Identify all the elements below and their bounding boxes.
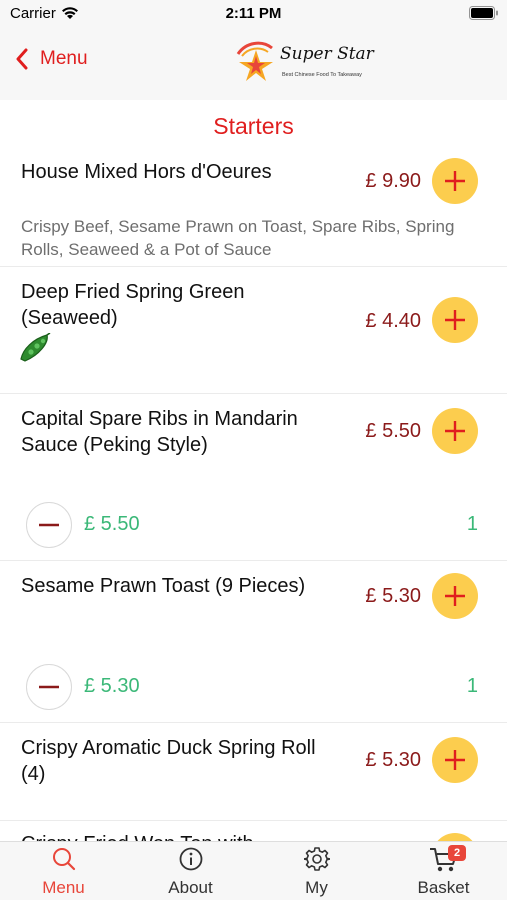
logo: Super Star Best Chinese Food To Takeaway [232, 38, 374, 88]
tab-basket[interactable]: 2 Basket [380, 842, 507, 900]
back-label: Menu [40, 48, 88, 69]
item-description: Crispy Beef, Sesame Prawn on Toast, Spar… [21, 217, 455, 259]
tab-label: About [168, 878, 213, 897]
menu-item: Sesame Prawn Toast (9 Pieces) £ 5.30 £ 5… [0, 561, 507, 723]
item-price: £ 9.90 [365, 170, 421, 192]
plus-icon [445, 586, 465, 606]
chevron-left-icon [16, 48, 28, 70]
item-price: £ 5.50 [365, 420, 421, 442]
item-price: £ 5.30 [365, 749, 421, 771]
info-icon [179, 847, 202, 871]
basket-quantity-row: £ 5.30 1 [0, 661, 507, 713]
nav-bar: Menu Super Star Best Chinese Food To Tak… [0, 26, 507, 100]
menu-item: Crispy Fried Won Ton with [0, 821, 507, 841]
tab-menu[interactable]: Menu [0, 842, 127, 900]
basket-quantity-row: £ 5.50 1 [0, 499, 507, 551]
basket-item-quantity: 1 [466, 675, 478, 697]
plus-icon [445, 421, 465, 441]
add-to-basket-button[interactable] [432, 158, 478, 204]
battery-icon [469, 6, 498, 20]
item-name: Capital Spare Ribs in Mandarin Sauce (Pe… [21, 408, 298, 456]
item-name: Crispy Fried Won Ton with [21, 831, 336, 841]
plus-icon [445, 310, 465, 330]
star-logo-icon [236, 41, 273, 81]
tab-label: Menu [42, 878, 85, 897]
tab-bar: Menu About My 2 Basket [0, 841, 507, 900]
menu-item: Deep Fried Spring Green (Seaweed) £ 4.40 [0, 267, 507, 394]
status-time: 2:11 PM [225, 5, 282, 22]
basket-item-quantity: 1 [466, 513, 478, 535]
tab-my[interactable]: My [253, 842, 380, 900]
menu-item: Crispy Aromatic Duck Spring Roll (4) £ 5… [0, 723, 507, 821]
basket-item-price: £ 5.30 [84, 675, 140, 697]
add-to-basket-button[interactable] [432, 573, 478, 619]
tab-label: Basket [417, 878, 470, 897]
item-name: Deep Fried Spring Green (Seaweed) [21, 281, 245, 329]
remove-from-basket-button[interactable] [26, 664, 72, 710]
add-to-basket-button[interactable] [432, 833, 478, 841]
item-price: £ 4.40 [365, 310, 421, 332]
basket-count-badge: 2 [448, 845, 466, 861]
section-title: Starters [213, 113, 294, 139]
item-price: £ 5.30 [365, 585, 421, 607]
tab-about[interactable]: About [127, 842, 254, 900]
search-icon [52, 848, 75, 871]
minus-icon [39, 685, 59, 689]
vegetable-icon [20, 333, 51, 362]
gear-icon [303, 847, 330, 871]
back-button[interactable]: Menu [16, 48, 88, 70]
logo-subtitle: Best Chinese Food To Takeaway [282, 72, 362, 78]
item-name: Crispy Aromatic Duck Spring Roll (4) [21, 737, 316, 785]
status-bar: Carrier 2:11 PM [0, 0, 507, 26]
remove-from-basket-button[interactable] [26, 502, 72, 548]
logo-title: Super Star [280, 44, 374, 64]
add-to-basket-button[interactable] [432, 297, 478, 343]
item-name: Sesame Prawn Toast (9 Pieces) [21, 575, 306, 597]
add-to-basket-button[interactable] [432, 408, 478, 454]
tab-label: My [305, 878, 328, 897]
menu-item: Capital Spare Ribs in Mandarin Sauce (Pe… [0, 394, 507, 561]
item-name: House Mixed Hors d'Oeures [21, 161, 272, 183]
plus-icon [445, 750, 465, 770]
menu-item: House Mixed Hors d'Oeures £ 9.90 Crispy … [0, 143, 507, 267]
basket-item-price: £ 5.50 [84, 513, 140, 535]
add-to-basket-button[interactable] [432, 737, 478, 783]
plus-icon [445, 171, 465, 191]
menu-list[interactable]: Starters House Mixed Hors d'Oeures £ 9.9… [0, 100, 507, 841]
minus-icon [39, 523, 59, 527]
